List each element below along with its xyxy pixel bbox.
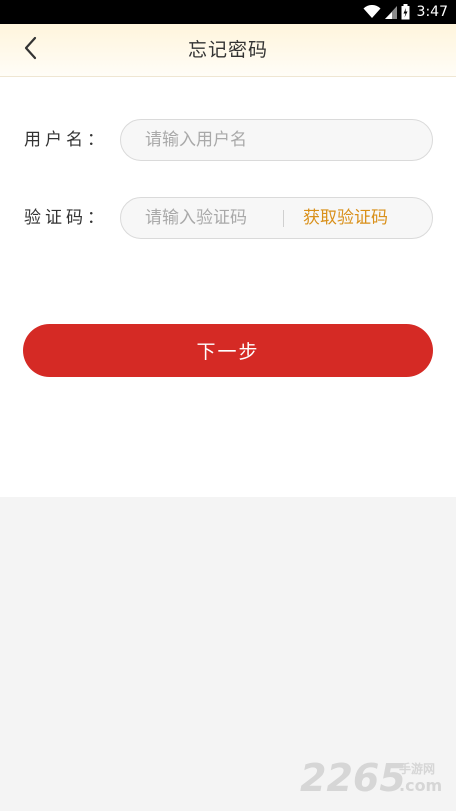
code-input[interactable] (145, 198, 285, 238)
get-code-button[interactable]: 获取验证码 (303, 198, 388, 238)
battery-icon (401, 4, 410, 20)
username-label: 用户名： (24, 130, 108, 150)
signal-icon (384, 5, 397, 19)
username-row: 用户名： (0, 119, 456, 161)
watermark-cn: 手游网 (399, 761, 435, 776)
page-title: 忘记密码 (187, 39, 268, 61)
code-label: 验证码： (24, 208, 108, 228)
code-row: 验证码： 获取验证码 (0, 197, 456, 239)
next-button[interactable]: 下一步 (23, 324, 433, 377)
wifi-icon (363, 5, 381, 19)
username-input[interactable] (145, 120, 415, 160)
watermark-com: .com (399, 776, 442, 795)
watermark-number: 2265 (300, 756, 406, 800)
form-area: 用户名： 验证码： 获取验证码 下一步 (0, 77, 456, 497)
watermark-logo: 2265 手游网 .com (296, 751, 456, 801)
header: 忘记密码 (0, 24, 456, 77)
status-time: 3:47 (416, 4, 448, 20)
status-icons: 3:47 (363, 0, 448, 24)
username-field (120, 119, 433, 161)
code-divider (283, 210, 284, 227)
screen: 3:47 忘记密码 用户名： 验证码： 获取验证码 (0, 0, 456, 811)
status-bar: 3:47 (0, 0, 456, 24)
code-field: 获取验证码 (120, 197, 433, 239)
